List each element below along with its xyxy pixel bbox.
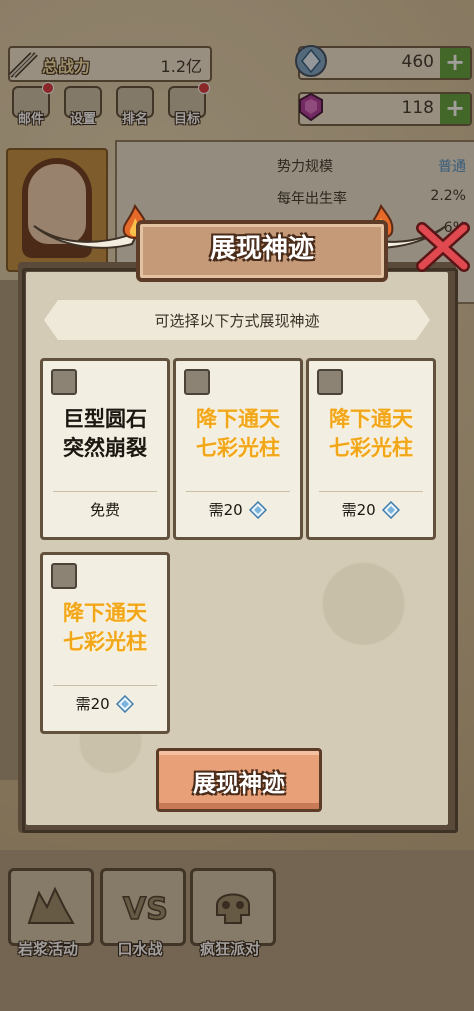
option-card-rainbow-pillar[interactable]: 降下通天 七彩光柱 需20 xyxy=(173,358,303,540)
card-divider xyxy=(53,491,157,492)
option-card-rainbow-pillar[interactable]: 降下通天 七彩光柱 需20 xyxy=(40,552,170,734)
option-name-line2: 七彩光柱 xyxy=(329,436,413,460)
show-miracle-button[interactable]: 展现神迹 xyxy=(156,748,322,812)
card-divider xyxy=(186,491,290,492)
option-name-line1: 降下通天 xyxy=(63,601,147,625)
show-miracle-button-label: 展现神迹 xyxy=(193,771,285,797)
dialog-title-banner: 展现神迹 xyxy=(118,204,398,282)
option-cost: 需20 xyxy=(176,499,300,520)
option-card-boulder[interactable]: 巨型圆石 突然崩裂 免费 xyxy=(40,358,170,540)
option-name-line2: 七彩光柱 xyxy=(63,630,147,654)
close-icon[interactable] xyxy=(414,218,472,276)
option-cost-label: 需20 xyxy=(341,501,376,519)
option-name: 降下通天 七彩光柱 xyxy=(43,599,167,657)
dialog-subtitle: 可选择以下方式展现神迹 xyxy=(154,312,320,330)
option-checkbox[interactable] xyxy=(184,369,210,395)
dialog-title: 展现神迹 xyxy=(209,234,314,264)
card-divider xyxy=(319,491,423,492)
option-cost-label: 需20 xyxy=(75,695,110,713)
option-cost: 免费 xyxy=(43,499,167,520)
option-name-line1: 降下通天 xyxy=(329,407,413,431)
miracle-dialog: 展现神迹 可选择以下方式展现神迹 巨型圆石 突然崩裂 免费 降下通天 七彩光柱 … xyxy=(18,204,470,833)
option-cost: 需20 xyxy=(43,693,167,714)
option-name: 巨型圆石 突然崩裂 xyxy=(43,405,167,463)
option-checkbox[interactable] xyxy=(51,369,77,395)
option-name: 降下通天 七彩光柱 xyxy=(309,405,433,463)
option-cost-label: 需20 xyxy=(208,501,243,519)
option-cost: 需20 xyxy=(309,499,433,520)
dialog-body xyxy=(26,272,448,825)
dialog-subtitle-bar: 可选择以下方式展现神迹 xyxy=(44,300,430,340)
option-name-line1: 降下通天 xyxy=(196,407,280,431)
option-checkbox[interactable] xyxy=(51,563,77,589)
diamond-gem-icon xyxy=(382,501,401,519)
diamond-gem-icon xyxy=(249,501,268,519)
option-name: 降下通天 七彩光柱 xyxy=(176,405,300,463)
option-name-line1: 巨型圆石 xyxy=(63,407,147,431)
option-name-line2: 突然崩裂 xyxy=(63,436,147,460)
card-divider xyxy=(53,685,157,686)
option-cost-label: 免费 xyxy=(89,501,120,519)
diamond-gem-icon xyxy=(116,695,135,713)
option-card-rainbow-pillar[interactable]: 降下通天 七彩光柱 需20 xyxy=(306,358,436,540)
option-name-line2: 七彩光柱 xyxy=(196,436,280,460)
option-checkbox[interactable] xyxy=(317,369,343,395)
